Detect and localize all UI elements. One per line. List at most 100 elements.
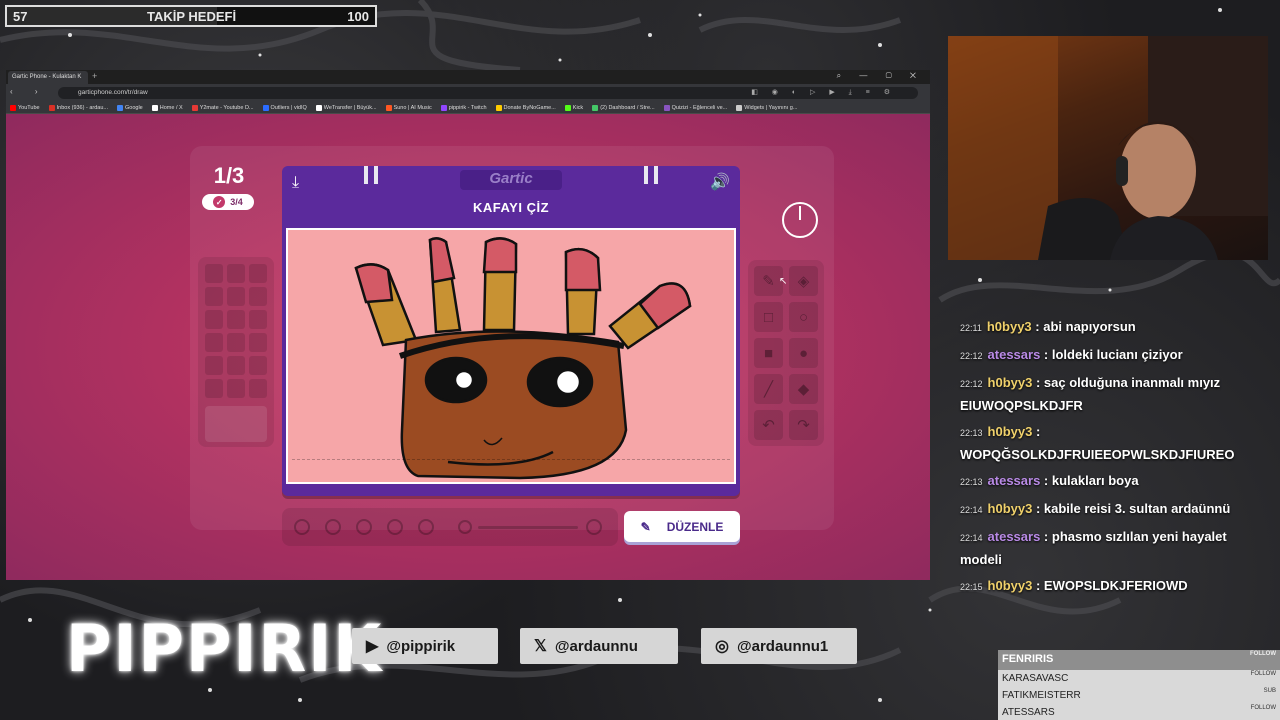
bookmark-item[interactable]: Kick bbox=[564, 103, 583, 112]
opacity-slider[interactable] bbox=[478, 526, 578, 529]
color-swatch[interactable] bbox=[205, 379, 223, 398]
bookmarks-bar: YouTube Inbox (936) - ardau... Google Home … bbox=[6, 102, 930, 114]
ellipse-tool-icon[interactable]: ○ bbox=[789, 302, 818, 332]
bookmark-item[interactable]: Quizizi - Eğlenceli ve... bbox=[663, 103, 728, 112]
timer-icon bbox=[782, 202, 818, 238]
color-swatch[interactable] bbox=[249, 264, 267, 283]
goal-label: TAKİP HEDEFİ bbox=[147, 9, 237, 24]
color-swatch[interactable] bbox=[249, 310, 267, 329]
custom-color-button[interactable] bbox=[205, 406, 267, 442]
chat-message: 22:14 h0byy3 : kabile reisi 3. sultan ard… bbox=[960, 498, 1270, 521]
chat-message: 22:12 h0byy3 : saç olduğuna inanmalı mıyı… bbox=[960, 372, 1270, 416]
chat-text: loldeki lucianı çiziyor bbox=[1051, 347, 1183, 362]
round-counter: 1/3 bbox=[213, 163, 245, 188]
edit-button[interactable]: ✎ DÜZENLE bbox=[624, 511, 740, 542]
color-swatch[interactable] bbox=[205, 287, 223, 306]
drawing-card: ⤓ Gartic 🔊 KAFAYI ÇİZ bbox=[282, 166, 740, 496]
follow-goal-bar: 57 TAKİP HEDEFİ 100 bbox=[5, 5, 377, 27]
color-swatch[interactable] bbox=[249, 379, 267, 398]
color-swatch[interactable] bbox=[227, 379, 245, 398]
bookmark-favicon bbox=[440, 104, 447, 111]
chat-timestamp: 22:12 bbox=[960, 351, 983, 361]
instagram-icon: ◎ bbox=[715, 638, 729, 655]
extension-icons[interactable]: ◧ ◉ ◐ ▷ ▶ ⤓ ≡ ⚙ bbox=[751, 88, 896, 97]
line-tool-icon[interactable]: ╱ bbox=[754, 374, 783, 404]
color-swatch[interactable] bbox=[205, 356, 223, 375]
chat-message: 22:11 h0byy3 : abi napıyorsun bbox=[960, 316, 1270, 339]
bookmark-item[interactable]: Inbox (936) - ardau... bbox=[48, 103, 108, 112]
filled-ellipse-tool-icon[interactable]: ● bbox=[789, 338, 818, 368]
youtube-icon: ▶ bbox=[366, 638, 379, 655]
bookmark-favicon bbox=[564, 104, 571, 111]
color-swatch[interactable] bbox=[205, 310, 223, 329]
bookmark-item[interactable]: (2) Dashboard / Stre... bbox=[592, 103, 655, 112]
x-icon: 𝕏 bbox=[534, 638, 547, 655]
bookmark-item[interactable]: Y2mate - Youtube D... bbox=[191, 103, 254, 112]
color-swatch[interactable] bbox=[249, 287, 267, 306]
opacity-min bbox=[458, 520, 472, 534]
bookmark-label: pippirik - Twitch bbox=[448, 104, 487, 111]
brush-size-4[interactable] bbox=[387, 519, 403, 535]
color-swatch[interactable] bbox=[227, 310, 245, 329]
chat-separator: : bbox=[1040, 529, 1052, 544]
rectangle-tool-icon[interactable]: □ bbox=[754, 302, 783, 332]
chat-username: h0byy3 bbox=[987, 424, 1033, 439]
color-swatch[interactable] bbox=[249, 356, 267, 375]
bookmark-item[interactable]: Google bbox=[117, 103, 143, 112]
bookmark-favicon bbox=[48, 104, 55, 111]
undo-icon[interactable]: ↶ bbox=[754, 410, 783, 440]
opacity-max bbox=[586, 519, 602, 535]
drawing-canvas[interactable] bbox=[286, 228, 736, 484]
chat-message: 22:12 atessars : loldeki lucianı çiziyor bbox=[960, 344, 1270, 367]
pencil-icon: ✎ bbox=[640, 519, 651, 534]
gartic-page: 1/3 ✓ 3/4 ⤓ Gartic 🔊 KAFAYI ÇİZ ✎ ◈ □ ○ … bbox=[6, 114, 930, 580]
recent-event-tag: FOLLOW bbox=[1250, 671, 1276, 677]
color-swatch[interactable] bbox=[227, 287, 245, 306]
chat-username: atessars bbox=[987, 347, 1041, 362]
bookmark-item[interactable]: YouTube bbox=[10, 103, 40, 112]
browser-tab[interactable]: Gartic Phone - Kulaktan K bbox=[8, 71, 88, 84]
fill-bucket-icon[interactable]: ◆ bbox=[789, 374, 818, 404]
bookmark-item[interactable]: Outliers | vidIQ bbox=[262, 103, 307, 112]
color-swatch[interactable] bbox=[205, 333, 223, 352]
download-icon[interactable]: ⤓ bbox=[292, 174, 299, 192]
tool-palette: ✎ ◈ □ ○ ■ ● ╱ ◆ ↶ ↷ bbox=[748, 260, 824, 446]
canvas-guideline bbox=[292, 459, 730, 460]
webcam-feed bbox=[948, 36, 1268, 260]
new-tab-button[interactable]: + bbox=[92, 71, 97, 81]
bookmark-item[interactable]: pippirik - Twitch bbox=[440, 103, 487, 112]
bookmark-item[interactable]: Widgets | Yayınını g... bbox=[736, 103, 797, 112]
recent-event-tag: FOLLOW bbox=[1250, 651, 1276, 657]
bookmark-item[interactable]: Suno | AI Music bbox=[385, 103, 432, 112]
brush-size-3[interactable] bbox=[356, 519, 372, 535]
redo-icon[interactable]: ↷ bbox=[789, 410, 818, 440]
head-drawing bbox=[354, 237, 692, 480]
color-swatch[interactable] bbox=[227, 264, 245, 283]
filled-rectangle-tool-icon[interactable]: ■ bbox=[754, 338, 783, 368]
brush-size-5[interactable] bbox=[418, 519, 434, 535]
bookmark-label: Home / X bbox=[159, 104, 183, 111]
sound-icon[interactable]: 🔊 bbox=[710, 172, 730, 192]
color-palette bbox=[198, 257, 274, 447]
bookmark-label: Quizizi - Eğlenceli ve... bbox=[671, 104, 728, 111]
browser-window: Gartic Phone - Kulaktan K + ⌕ — ▢ ✕ ‹ › … bbox=[6, 70, 930, 580]
x-handle: 𝕏 @ardaunnu bbox=[520, 628, 678, 664]
bookmark-label: YouTube bbox=[18, 104, 40, 111]
bookmark-label: Outliers | vidIQ bbox=[270, 104, 307, 111]
brush-size-1[interactable] bbox=[294, 519, 310, 535]
bookmark-item[interactable]: WeTransfer | Büyük... bbox=[315, 103, 377, 112]
bookmark-item[interactable]: Home / X bbox=[151, 103, 183, 112]
color-swatch[interactable] bbox=[205, 264, 223, 283]
chat-timestamp: 22:15 bbox=[960, 582, 983, 592]
color-swatch[interactable] bbox=[249, 333, 267, 352]
bookmark-item[interactable]: Donate ByNoGame... bbox=[495, 103, 556, 112]
window-controls[interactable]: ⌕ — ▢ ✕ bbox=[837, 71, 924, 81]
brush-size-2[interactable] bbox=[325, 519, 341, 535]
color-swatch[interactable] bbox=[227, 333, 245, 352]
recent-event-name: FENRIRIS bbox=[1002, 653, 1054, 665]
chat-timestamp: 22:14 bbox=[960, 533, 983, 543]
eraser-tool-icon[interactable]: ◈ bbox=[789, 266, 818, 296]
bookmark-label: Donate ByNoGame... bbox=[503, 104, 556, 111]
chat-timestamp: 22:11 bbox=[960, 323, 982, 333]
color-swatch[interactable] bbox=[227, 356, 245, 375]
